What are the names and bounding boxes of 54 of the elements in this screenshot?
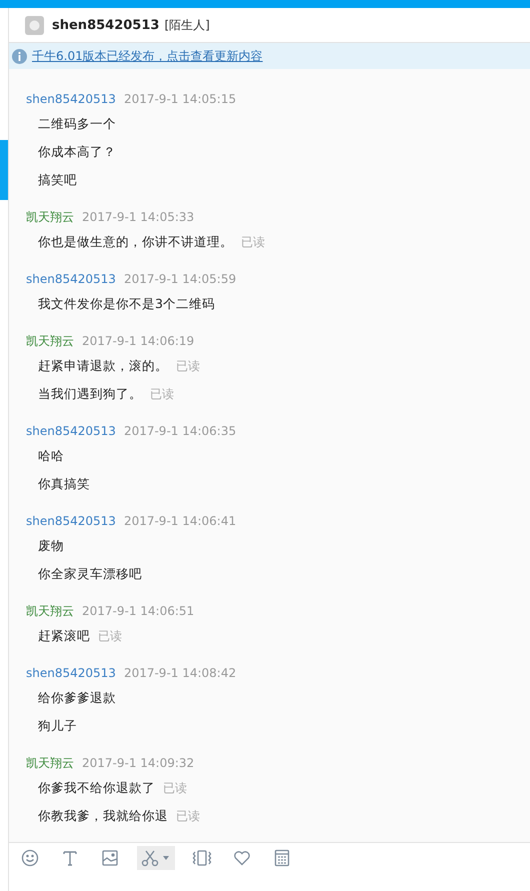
sender-name: shen85420513 <box>26 666 116 680</box>
read-receipt: 已读 <box>241 234 265 250</box>
sender-name: 凯天翔云 <box>26 754 74 772</box>
read-receipt: 已读 <box>176 358 200 374</box>
message-text: 哈哈 <box>38 448 64 464</box>
message-time: 2017-9-1 14:06:51 <box>82 604 194 618</box>
smiley-icon <box>21 849 39 867</box>
sender-name: shen85420513 <box>26 514 116 528</box>
message-text: 你教我爹，我就给你退 <box>38 808 168 824</box>
message-text: 你也是做生意的，你讲不讲道理。 <box>38 234 233 250</box>
message-text: 你真搞笑 <box>38 476 90 492</box>
sender-name: shen85420513 <box>26 272 116 286</box>
text-format-icon <box>61 849 79 867</box>
message-text: 废物 <box>38 538 64 554</box>
message-time: 2017-9-1 14:05:59 <box>124 272 236 286</box>
message-text: 我文件发你是你不是3个二维码 <box>38 296 215 312</box>
message-text: 你全家灵车漂移吧 <box>38 566 142 582</box>
read-receipt: 已读 <box>163 780 187 796</box>
message-text: 赶紧滚吧 <box>38 628 90 644</box>
read-receipt: 已读 <box>176 808 200 824</box>
message-text: 二维码多一个 <box>38 116 116 132</box>
message-time: 2017-9-1 14:08:42 <box>124 666 236 680</box>
message-text: 搞笑吧 <box>38 172 77 188</box>
message-time: 2017-9-1 14:06:35 <box>124 424 236 438</box>
message-text: 当我们遇到狗了。 <box>38 386 142 402</box>
heart-icon <box>233 849 251 867</box>
sender-name: 凯天翔云 <box>26 208 74 226</box>
message-text: 狗儿子 <box>38 718 77 734</box>
read-receipt: 已读 <box>150 386 174 402</box>
message-text: 你爹我不给你退款了 <box>38 780 155 796</box>
message-time: 2017-9-1 14:06:19 <box>82 334 194 348</box>
calculator-icon <box>274 849 290 867</box>
scissors-icon <box>141 849 171 867</box>
selected-indicator <box>0 140 8 200</box>
update-link[interactable]: 千牛6.01版本已经发布，点击查看更新内容 <box>32 48 263 64</box>
message-text: 给你爹爹退款 <box>38 690 116 706</box>
sender-name: shen85420513 <box>26 424 116 438</box>
message-time: 2017-9-1 14:05:15 <box>124 92 236 106</box>
message-text: 你成本高了？ <box>38 144 116 160</box>
sender-name: shen85420513 <box>26 92 116 106</box>
contact-name: shen85420513 <box>52 18 160 32</box>
scissors-button[interactable] <box>137 846 175 870</box>
message-time: 2017-9-1 14:06:41 <box>124 514 236 528</box>
contact-tag: [陌生人] <box>164 16 210 34</box>
info-icon <box>12 48 27 64</box>
avatar-icon <box>25 16 44 34</box>
sender-name: 凯天翔云 <box>26 332 74 350</box>
sender-name: 凯天翔云 <box>26 602 74 620</box>
message-text: 赶紧申请退款，滚的。 <box>38 358 168 374</box>
phone-vibrate-icon <box>192 849 212 867</box>
message-time: 2017-9-1 14:05:33 <box>82 210 194 224</box>
message-time: 2017-9-1 14:09:32 <box>82 756 194 770</box>
image-icon <box>101 849 119 867</box>
read-receipt: 已读 <box>98 628 122 644</box>
